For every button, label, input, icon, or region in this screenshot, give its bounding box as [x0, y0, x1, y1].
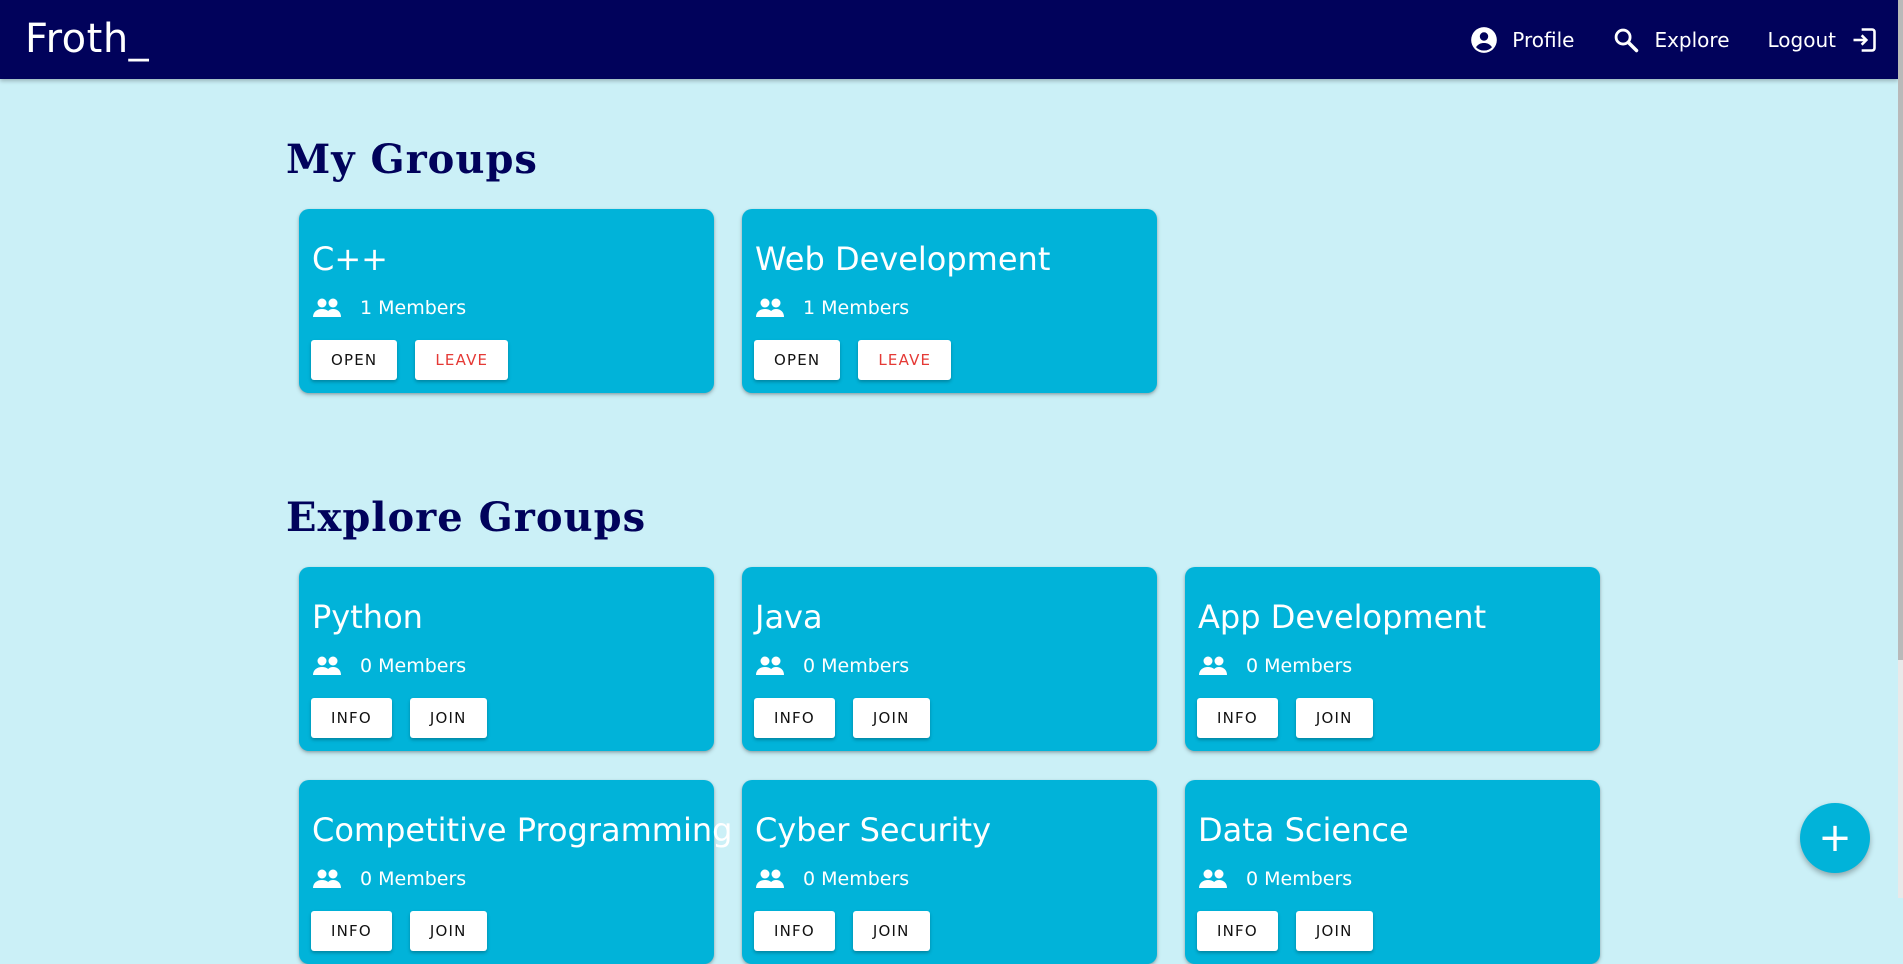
add-icon: + [1818, 815, 1852, 861]
info-button[interactable]: INFO [311, 698, 392, 738]
group-icon [755, 868, 785, 890]
group-name: Cyber Security [755, 811, 992, 849]
leave-button[interactable]: LEAVE [858, 340, 952, 380]
member-count: 0 Members [1198, 868, 1352, 890]
nav-explore-label: Explore [1654, 27, 1730, 52]
group-name: Data Science [1198, 811, 1409, 849]
group-card: App Development 0 Members INFO JOIN [1185, 567, 1600, 751]
app-bar: Froth_ Profile Explore Logout [0, 0, 1898, 79]
member-count: 1 Members [755, 297, 909, 319]
nav-explore-button[interactable]: Explore [1612, 26, 1730, 54]
member-count: 0 Members [312, 868, 466, 890]
leave-button[interactable]: LEAVE [415, 340, 509, 380]
member-count-label: 0 Members [360, 868, 467, 890]
group-card: C++ 1 Members OPEN LEAVE [299, 209, 714, 393]
info-button[interactable]: INFO [311, 911, 392, 951]
nav-logout-label: Logout [1767, 27, 1836, 52]
join-button[interactable]: JOIN [1295, 911, 1373, 951]
join-button[interactable]: JOIN [409, 911, 487, 951]
member-count: 1 Members [312, 297, 466, 319]
member-count-label: 1 Members [803, 297, 910, 319]
join-button[interactable]: JOIN [852, 911, 930, 951]
group-icon [755, 655, 785, 677]
group-card: Data Science 0 Members INFO JOIN [1185, 780, 1600, 964]
member-count-label: 0 Members [803, 655, 910, 677]
member-count-label: 0 Members [803, 868, 910, 890]
explore-groups-heading: Explore Groups [286, 494, 647, 541]
info-button[interactable]: INFO [754, 698, 835, 738]
info-button[interactable]: INFO [1197, 911, 1278, 951]
join-button[interactable]: JOIN [409, 698, 487, 738]
group-name: Java [755, 598, 823, 636]
info-button[interactable]: INFO [754, 911, 835, 951]
join-button[interactable]: JOIN [1295, 698, 1373, 738]
group-icon [312, 868, 342, 890]
group-icon [1198, 868, 1228, 890]
nav-profile-button[interactable]: Profile [1470, 26, 1574, 54]
group-name: Python [312, 598, 423, 636]
open-button[interactable]: OPEN [754, 340, 841, 380]
group-card: Competitive Programming 0 Members INFO J… [299, 780, 732, 964]
member-count-label: 0 Members [1246, 868, 1353, 890]
member-count: 0 Members [1198, 655, 1352, 677]
group-icon [1198, 655, 1228, 677]
group-card: Java 0 Members INFO JOIN [742, 567, 1157, 751]
join-button[interactable]: JOIN [852, 698, 930, 738]
group-icon [755, 297, 785, 319]
open-button[interactable]: OPEN [311, 340, 398, 380]
group-card: Web Development 1 Members OPEN LEAVE [742, 209, 1157, 393]
group-icon [312, 655, 342, 677]
top-nav: Profile Explore Logout [1470, 0, 1878, 79]
group-icon [312, 297, 342, 319]
search-icon [1612, 26, 1640, 54]
group-name: App Development [1198, 598, 1487, 636]
add-group-fab[interactable]: + [1800, 803, 1870, 873]
member-count-label: 0 Members [1246, 655, 1353, 677]
brand-logo[interactable]: Froth_ [25, 17, 149, 61]
member-count: 0 Members [755, 868, 909, 890]
info-button[interactable]: INFO [1197, 698, 1278, 738]
member-count: 0 Members [755, 655, 909, 677]
my-groups-heading: My Groups [286, 136, 538, 183]
account-circle-icon [1470, 26, 1498, 54]
logout-icon [1850, 26, 1878, 54]
nav-profile-label: Profile [1512, 27, 1575, 52]
group-name: Competitive Programming [312, 811, 733, 849]
member-count-label: 1 Members [360, 297, 467, 319]
scrollbar-thumb[interactable] [1898, 0, 1903, 660]
page-scrollbar[interactable] [1898, 0, 1903, 898]
group-name: Web Development [755, 240, 1051, 278]
nav-logout-button[interactable]: Logout [1768, 26, 1878, 54]
member-count: 0 Members [312, 655, 466, 677]
group-name: C++ [312, 240, 388, 278]
group-card: Python 0 Members INFO JOIN [299, 567, 714, 751]
member-count-label: 0 Members [360, 655, 467, 677]
group-card: Cyber Security 0 Members INFO JOIN [742, 780, 1157, 964]
